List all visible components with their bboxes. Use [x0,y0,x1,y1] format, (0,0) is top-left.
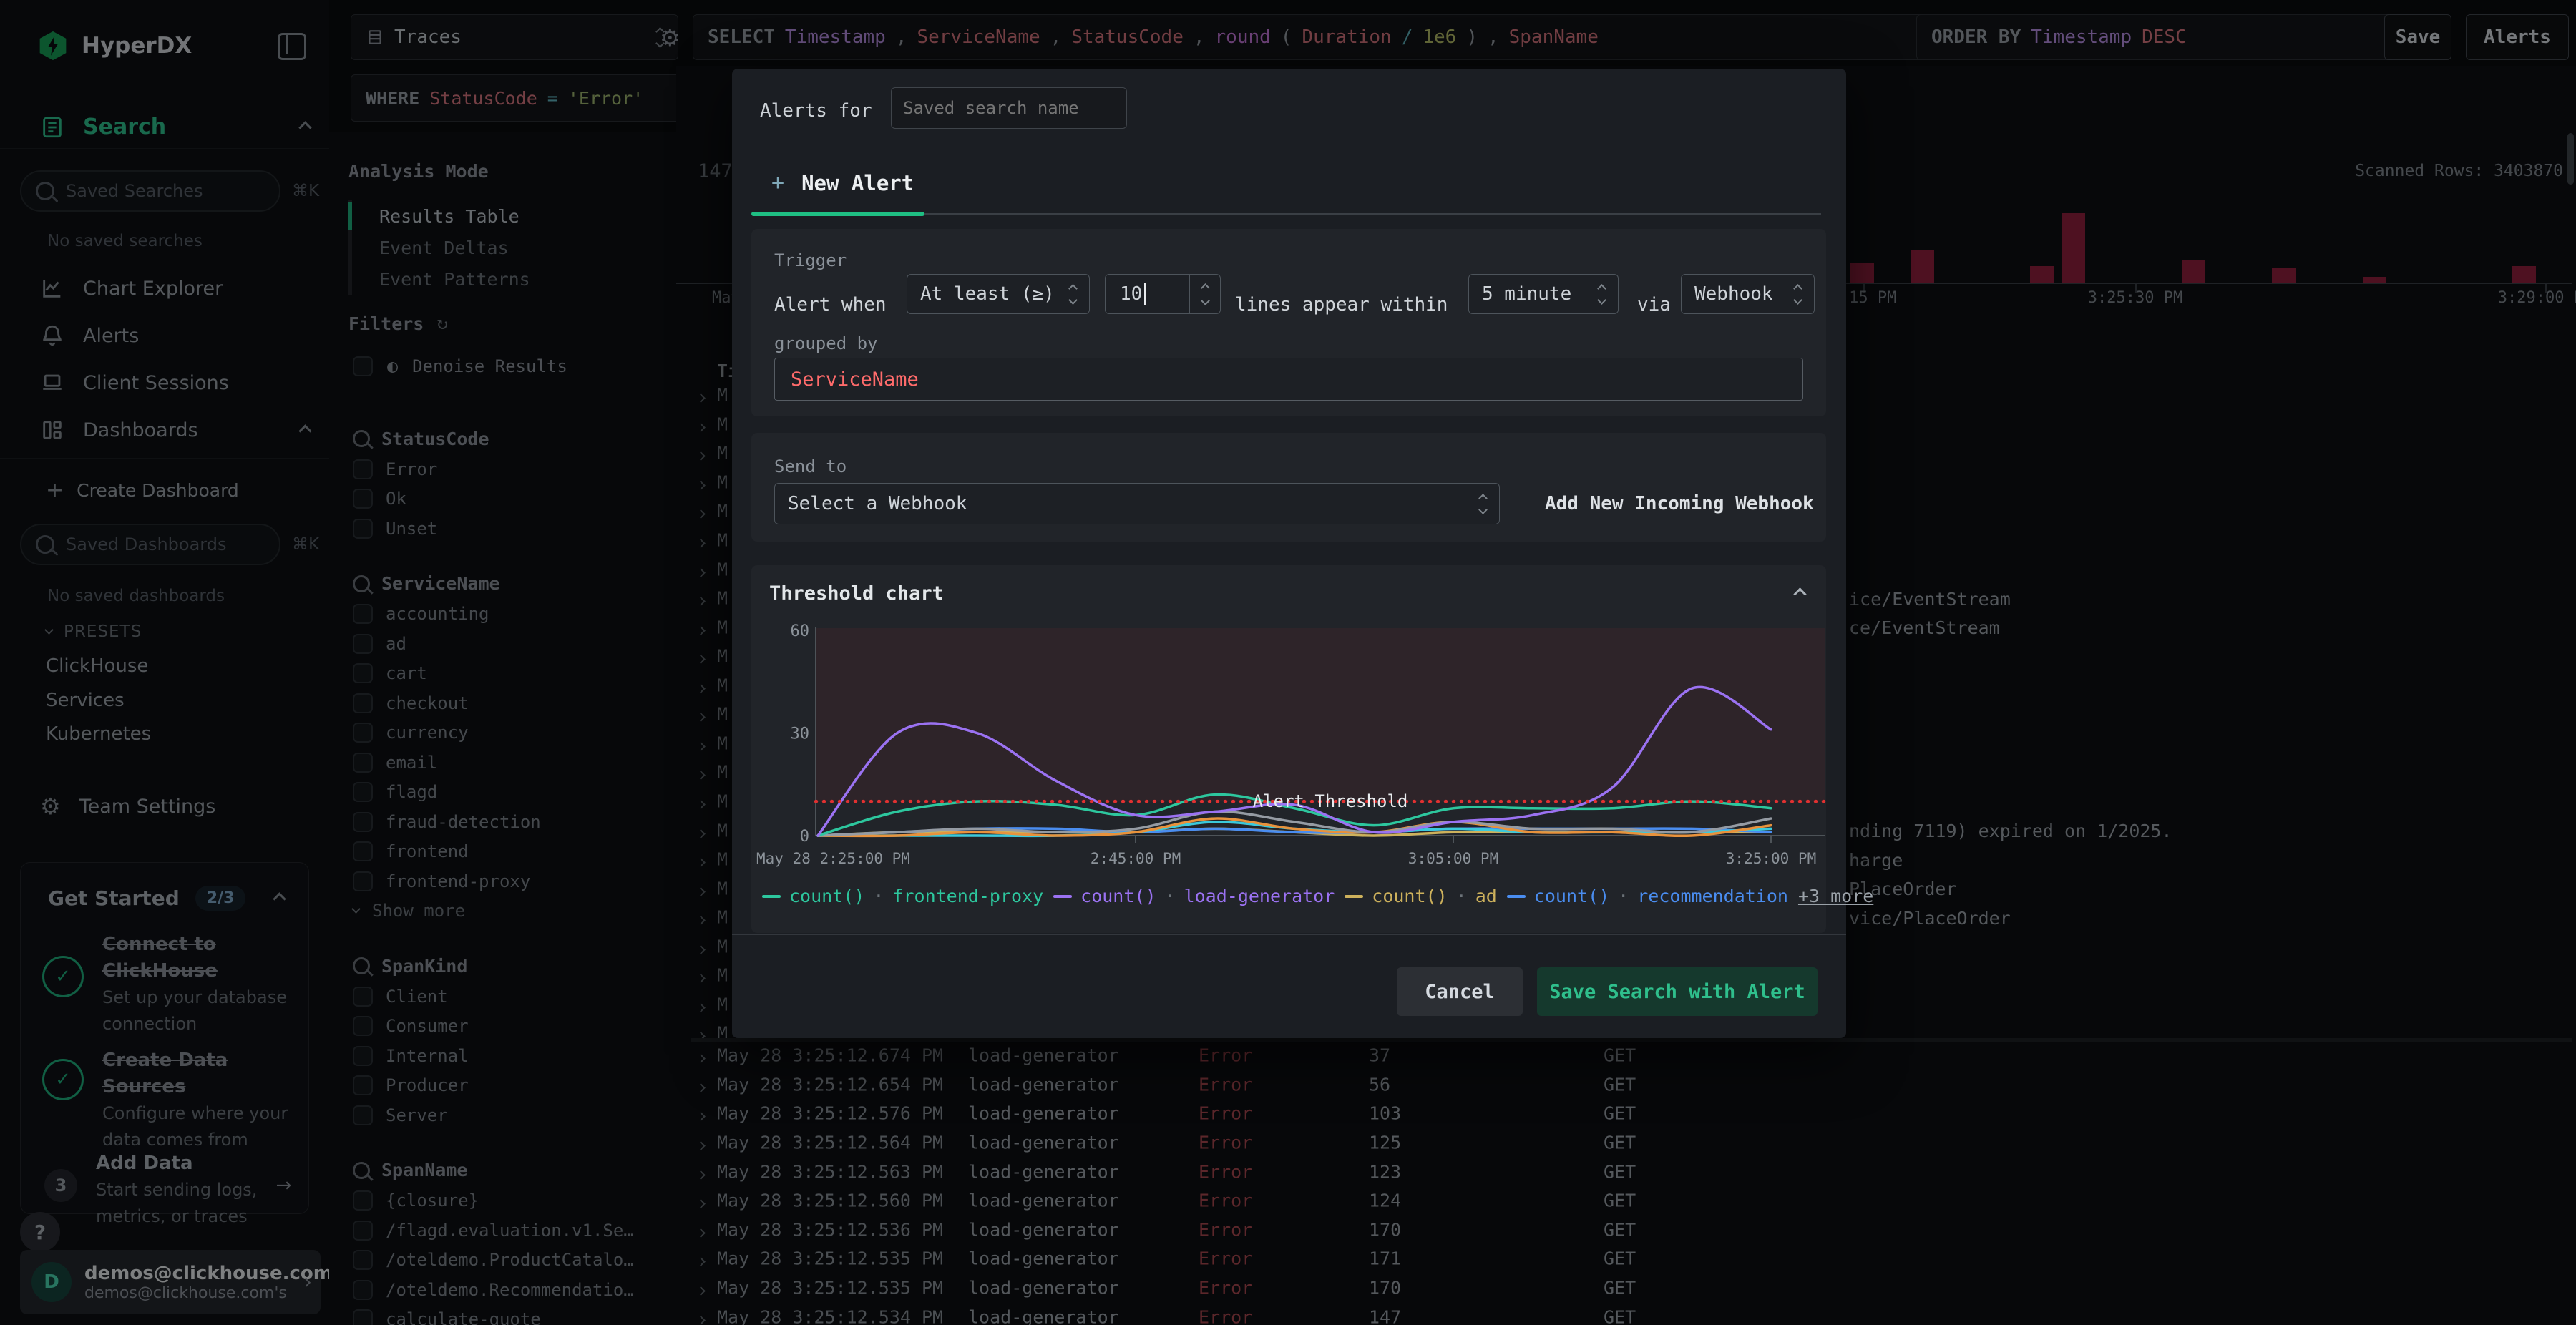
threshold-chart-section: Threshold chart 0 30 60 Alert Threshold May… [751,565,1873,933]
send-to-section: Send to Select a Webhook Add New Incomin… [751,433,1826,542]
grouped-by-input[interactable]: ServiceName [774,358,1803,401]
chevron-updown-icon [1068,283,1078,305]
plus-icon: + [771,170,785,195]
hyperdx-app: HyperDX Search ⌘K No saved searches Char… [0,0,2576,1325]
add-webhook-button[interactable]: Add New Incoming Webhook [1545,493,1814,514]
cancel-button[interactable]: Cancel [1397,967,1523,1016]
chart-x-tick-label: 2:45:00 PM [1090,850,1181,867]
threshold-chart-title: Threshold chart [769,582,944,605]
save-search-with-alert-button[interactable]: Save Search with Alert [1537,967,1818,1016]
legend-series-name: frontend-proxy [892,886,1044,906]
legend-separator: · [873,886,884,906]
svg-text:30: 30 [791,725,810,743]
alert-when-label: Alert when [774,294,887,316]
chart-legend: count() · frontend-proxy count() · load-gener… [762,886,1873,906]
svg-text:Alert Threshold: Alert Threshold [1253,791,1408,811]
legend-line-swatch [1345,894,1364,898]
tab-label: New Alert [801,170,914,195]
stepper-up-icon[interactable] [1200,283,1210,293]
chevron-updown-icon [1597,283,1606,305]
send-to-label: Send to [774,456,847,476]
window-value: 5 minute [1482,283,1572,305]
webhook-select-value: Select a Webhook [788,493,967,514]
tab-new-alert[interactable]: + New Alert [771,170,914,195]
chart-x-tick-label: 3:05:00 PM [1407,850,1499,867]
chevron-updown-icon [1478,493,1488,514]
legend-item[interactable]: count() · frontend-proxy [762,886,1043,906]
grouped-by-label: grouped by [774,333,878,353]
legend-metric: count() [1080,886,1156,906]
legend-item[interactable]: count() · load-generator [1053,886,1335,906]
legend-metric: count() [1533,886,1610,906]
stepper-down-icon[interactable] [1200,295,1210,305]
legend-item[interactable]: count() · recommendation [1506,886,1788,906]
legend-series-name: ad [1475,886,1497,906]
legend-separator: · [1455,886,1467,906]
legend-metric: count() [789,886,865,906]
tab-active-indicator [751,212,924,216]
modal-title: Alerts for [760,100,872,122]
legend-metric: count() [1372,886,1448,906]
tab-divider [924,213,1821,215]
footer-divider [732,934,1846,935]
text-caret [1144,283,1146,305]
webhook-select[interactable]: Select a Webhook [774,483,1500,524]
legend-separator: · [1164,886,1176,906]
svg-text:60: 60 [791,622,810,640]
legend-more-button[interactable]: +3 more [1798,886,1873,906]
grouped-by-value: ServiceName [791,368,919,391]
legend-separator: · [1618,886,1629,906]
channel-select[interactable]: Webhook [1681,274,1815,314]
chart-x-tick-label: 3:25:00 PM [1725,850,1817,867]
chevron-updown-icon [1793,283,1802,305]
legend-series-name: recommendation [1637,886,1788,906]
saved-search-name-input[interactable] [891,87,1127,129]
legend-line-swatch [1053,894,1073,898]
trigger-label: Trigger [774,250,847,270]
threshold-chart: 0 30 60 Alert Threshold [784,620,1828,846]
threshold-value: 10 [1120,283,1143,305]
legend-item[interactable]: count() · ad [1345,886,1497,906]
legend-series-name: load-generator [1184,886,1335,906]
number-stepper[interactable] [1189,275,1220,313]
lines-appear-label: lines appear within [1235,294,1448,316]
window-select[interactable]: 5 minute [1468,274,1619,314]
via-label: via [1637,294,1671,316]
alert-modal: Alerts for + New Alert Trigger Alert whe… [732,69,1873,1038]
chart-x-tick-label: May 28 2:25:00 PM [756,850,910,867]
legend-line-swatch [762,894,781,898]
condition-select[interactable]: At least (≥) [907,274,1090,314]
svg-text:0: 0 [800,828,809,846]
channel-value: Webhook [1694,283,1773,305]
collapse-chart-icon[interactable] [1793,587,1807,601]
condition-value: At least (≥) [920,283,1055,305]
threshold-number-input[interactable]: 10 [1105,274,1221,314]
trigger-section: Trigger Alert when At least (≥) 10 lines… [751,229,1826,416]
legend-line-swatch [1506,894,1526,898]
